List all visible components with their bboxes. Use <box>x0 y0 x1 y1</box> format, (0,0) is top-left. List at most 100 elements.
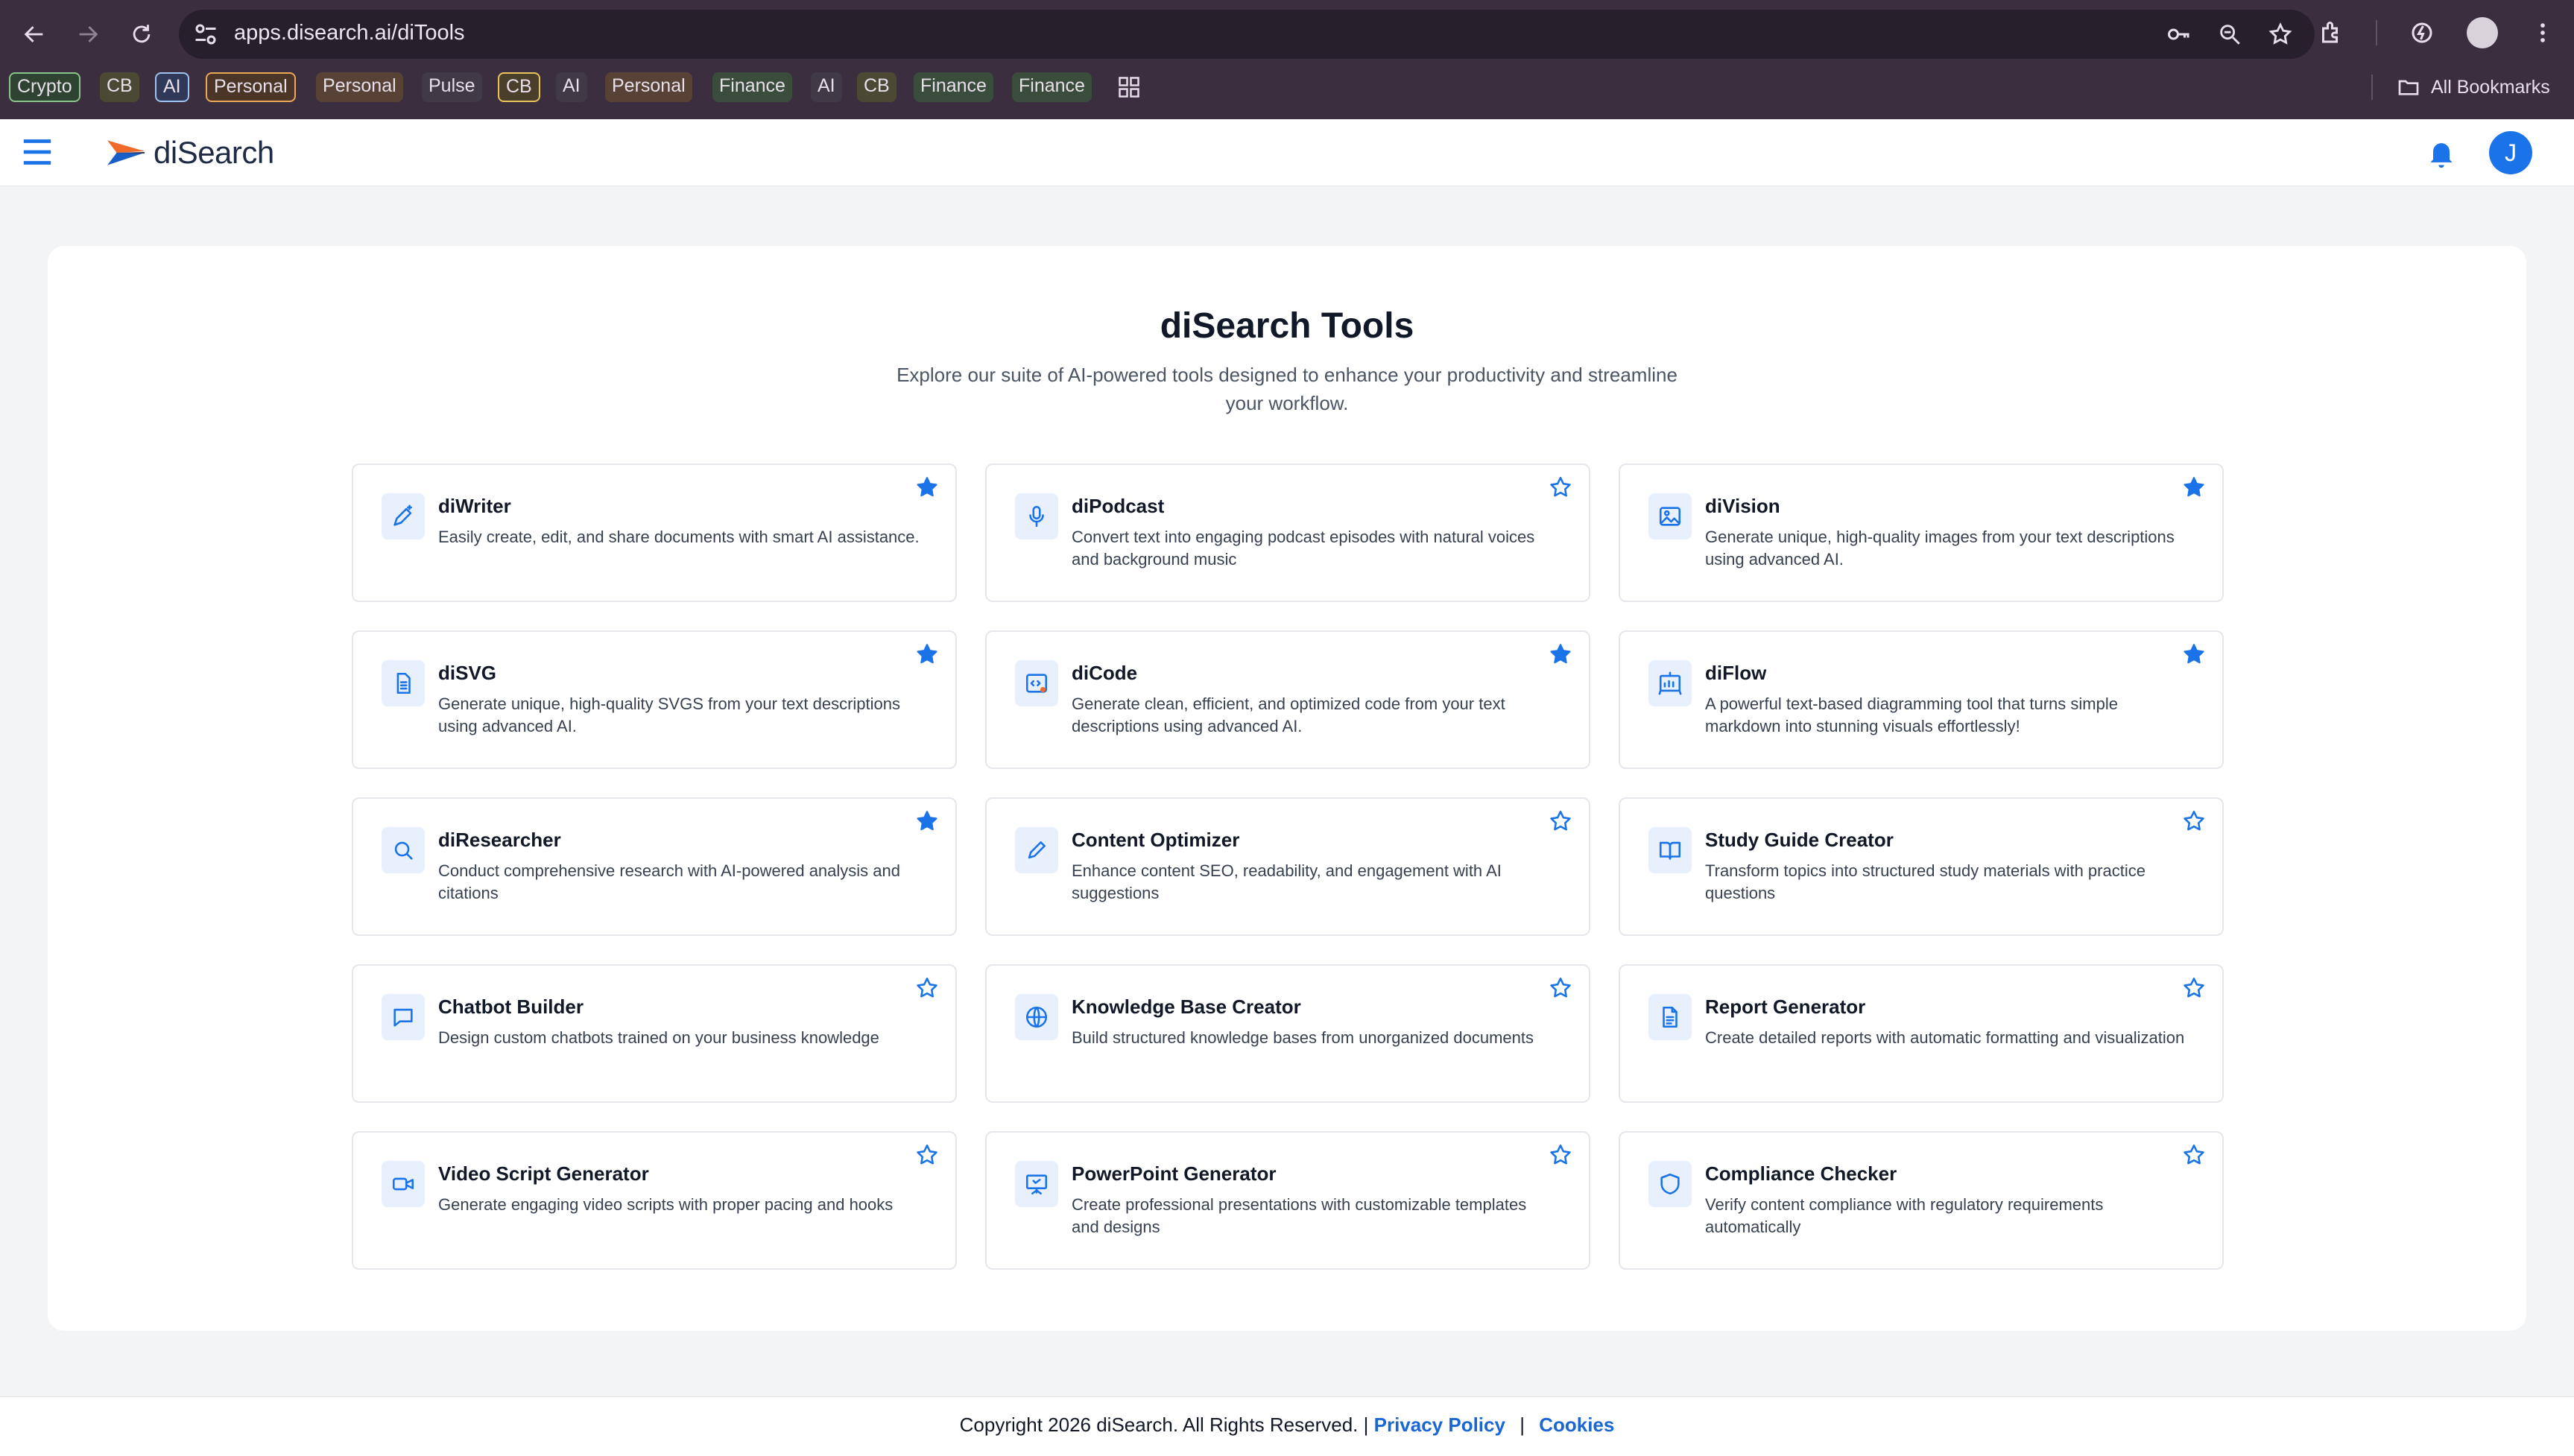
bookmark-finance[interactable]: Finance <box>914 72 993 102</box>
star-filled-icon[interactable] <box>2179 472 2209 502</box>
tool-description: Conduct comprehensive research with AI-p… <box>438 861 900 902</box>
all-bookmarks-label: All Bookmarks <box>2431 76 2550 98</box>
logo-text: diSearch <box>154 135 274 170</box>
bookmark-cb[interactable]: CB <box>100 72 139 102</box>
site-info-icon[interactable] <box>192 21 219 48</box>
bookmark-ai[interactable]: AI <box>811 72 842 102</box>
bookmark-finance[interactable]: Finance <box>1012 72 1092 102</box>
chart-board-icon <box>1648 660 1692 706</box>
disearch-logo-icon <box>107 140 145 165</box>
bookmark-finance[interactable]: Finance <box>712 72 792 102</box>
tool-name: Knowledge Base Creator <box>1072 996 1301 1018</box>
copyright-text: Copyright 2026 diSearch. All Rights Rese… <box>959 1414 1369 1436</box>
tool-card-content-optimizer[interactable]: Content Optimizer Enhance content SEO, re… <box>985 797 1590 936</box>
microphone-icon <box>1015 493 1058 539</box>
tool-card-compliance-checker[interactable]: Compliance Checker Verify content complia… <box>1619 1131 2224 1270</box>
tool-name: diCode <box>1072 662 1138 684</box>
tool-description: Design custom chatbots trained on your b… <box>438 1028 879 1047</box>
performance-icon[interactable] <box>2406 16 2438 49</box>
forward-icon[interactable] <box>70 16 106 52</box>
tool-name: Video Script Generator <box>438 1162 649 1185</box>
tool-description: Enhance content SEO, readability, and en… <box>1072 861 1502 902</box>
bookmark-ai[interactable]: AI <box>155 72 189 102</box>
star-outline-icon[interactable] <box>912 973 942 1003</box>
tool-card-study-guide-creator[interactable]: Study Guide Creator Transform topics into… <box>1619 797 2224 936</box>
bookmark-crypto[interactable]: Crypto <box>9 72 80 102</box>
tool-card-report-generator[interactable]: Report Generator Create detailed reports … <box>1619 964 2224 1103</box>
tool-description: Generate clean, efficient, and optimized… <box>1072 694 1505 735</box>
footer-separator: | <box>1520 1414 1525 1436</box>
star-filled-icon[interactable] <box>1546 639 1575 669</box>
hamburger-menu-icon[interactable] <box>21 137 54 167</box>
tool-description: Create professional presentations with c… <box>1072 1195 1527 1236</box>
back-icon[interactable] <box>16 16 52 52</box>
star-outline-icon[interactable] <box>1546 1140 1575 1170</box>
user-avatar[interactable]: J <box>2489 131 2532 174</box>
star-outline-icon[interactable] <box>1546 806 1575 836</box>
tool-card-dipodcast[interactable]: diPodcast Convert text into engaging podc… <box>985 463 1590 602</box>
star-outline-icon[interactable] <box>1546 472 1575 502</box>
tool-name: Report Generator <box>1705 996 1866 1018</box>
star-outline-icon[interactable] <box>912 1140 942 1170</box>
key-icon[interactable] <box>2164 19 2194 49</box>
tool-card-disvg[interactable]: diSVG Generate unique, high-quality SVGS … <box>352 630 957 769</box>
star-outline-icon[interactable] <box>2179 1140 2209 1170</box>
bookmark-personal[interactable]: Personal <box>605 72 692 102</box>
bookmark-star-icon[interactable] <box>2265 19 2295 49</box>
tool-name: diVision <box>1705 495 1780 517</box>
tool-name: diPodcast <box>1072 495 1165 517</box>
file-text-icon <box>1648 994 1692 1040</box>
extensions-icon[interactable] <box>2315 16 2347 49</box>
tool-name: diSVG <box>438 662 497 684</box>
code-icon <box>1015 660 1058 706</box>
bookmark-personal[interactable]: Personal <box>206 72 296 102</box>
star-filled-icon[interactable] <box>2179 639 2209 669</box>
page-subtitle: Explore our suite of AI-powered tools de… <box>897 364 1677 414</box>
cookies-link[interactable]: Cookies <box>1539 1414 1614 1436</box>
all-bookmarks-button[interactable]: All Bookmarks <box>2397 72 2550 102</box>
star-filled-icon[interactable] <box>912 639 942 669</box>
tool-card-chatbot-builder[interactable]: Chatbot Builder Design custom chatbots tr… <box>352 964 957 1103</box>
tool-name: diWriter <box>438 495 511 517</box>
tool-card-division[interactable]: diVision Generate unique, high-quality im… <box>1619 463 2224 602</box>
browser-toolbar: apps.disearch.ai/diTools <box>0 0 2574 69</box>
star-outline-icon[interactable] <box>2179 806 2209 836</box>
privacy-policy-link[interactable]: Privacy Policy <box>1374 1414 1505 1436</box>
app-logo[interactable]: diSearch <box>106 134 274 171</box>
document-icon <box>382 660 425 706</box>
tool-card-diwriter[interactable]: diWriter Easily create, edit, and share d… <box>352 463 957 602</box>
star-outline-icon[interactable] <box>1546 973 1575 1003</box>
tool-description: Verify content compliance with regulator… <box>1705 1195 2104 1236</box>
browser-chrome: apps.disearch.ai/diTools Crypto CB AI Pe… <box>0 0 2574 119</box>
bookmark-personal[interactable]: Personal <box>316 72 403 102</box>
shield-icon <box>1648 1161 1692 1207</box>
tool-card-diflow[interactable]: diFlow A powerful text-based diagramming … <box>1619 630 2224 769</box>
tool-card-diresearcher[interactable]: diResearcher Conduct comprehensive resear… <box>352 797 957 936</box>
star-filled-icon[interactable] <box>912 806 942 836</box>
book-icon <box>1648 827 1692 873</box>
address-bar[interactable]: apps.disearch.ai/diTools <box>179 10 2315 59</box>
url-text[interactable]: apps.disearch.ai/diTools <box>234 21 465 45</box>
menu-dots-icon[interactable] <box>2526 16 2559 49</box>
bookmark-cb[interactable]: CB <box>498 72 540 102</box>
star-outline-icon[interactable] <box>2179 973 2209 1003</box>
reload-icon[interactable] <box>124 16 159 52</box>
tool-card-video-script-generator[interactable]: Video Script Generator Generate engaging … <box>352 1131 957 1270</box>
tool-card-dicode[interactable]: diCode Generate clean, efficient, and opt… <box>985 630 1590 769</box>
zoom-icon[interactable] <box>2215 19 2245 49</box>
bookmark-ai[interactable]: AI <box>556 72 587 102</box>
bookmark-cb[interactable]: CB <box>857 72 897 102</box>
tool-description: Build structured knowledge bases from un… <box>1072 1028 1534 1047</box>
bookmark-pulse[interactable]: Pulse <box>422 72 482 102</box>
tool-name: diResearcher <box>438 829 561 851</box>
apps-grid-icon[interactable] <box>1118 76 1140 98</box>
tool-name: diFlow <box>1705 662 1767 684</box>
tool-card-knowledge-base-creator[interactable]: Knowledge Base Creator Build structured k… <box>985 964 1590 1103</box>
tool-description: Easily create, edit, and share documents… <box>438 528 920 546</box>
tool-card-powerpoint-generator[interactable]: PowerPoint Generator Create professional … <box>985 1131 1590 1270</box>
star-filled-icon[interactable] <box>912 472 942 502</box>
search-icon <box>382 827 425 873</box>
video-camera-icon <box>382 1161 425 1207</box>
profile-avatar-icon[interactable] <box>2467 17 2498 48</box>
notification-bell-icon[interactable] <box>2425 136 2458 170</box>
